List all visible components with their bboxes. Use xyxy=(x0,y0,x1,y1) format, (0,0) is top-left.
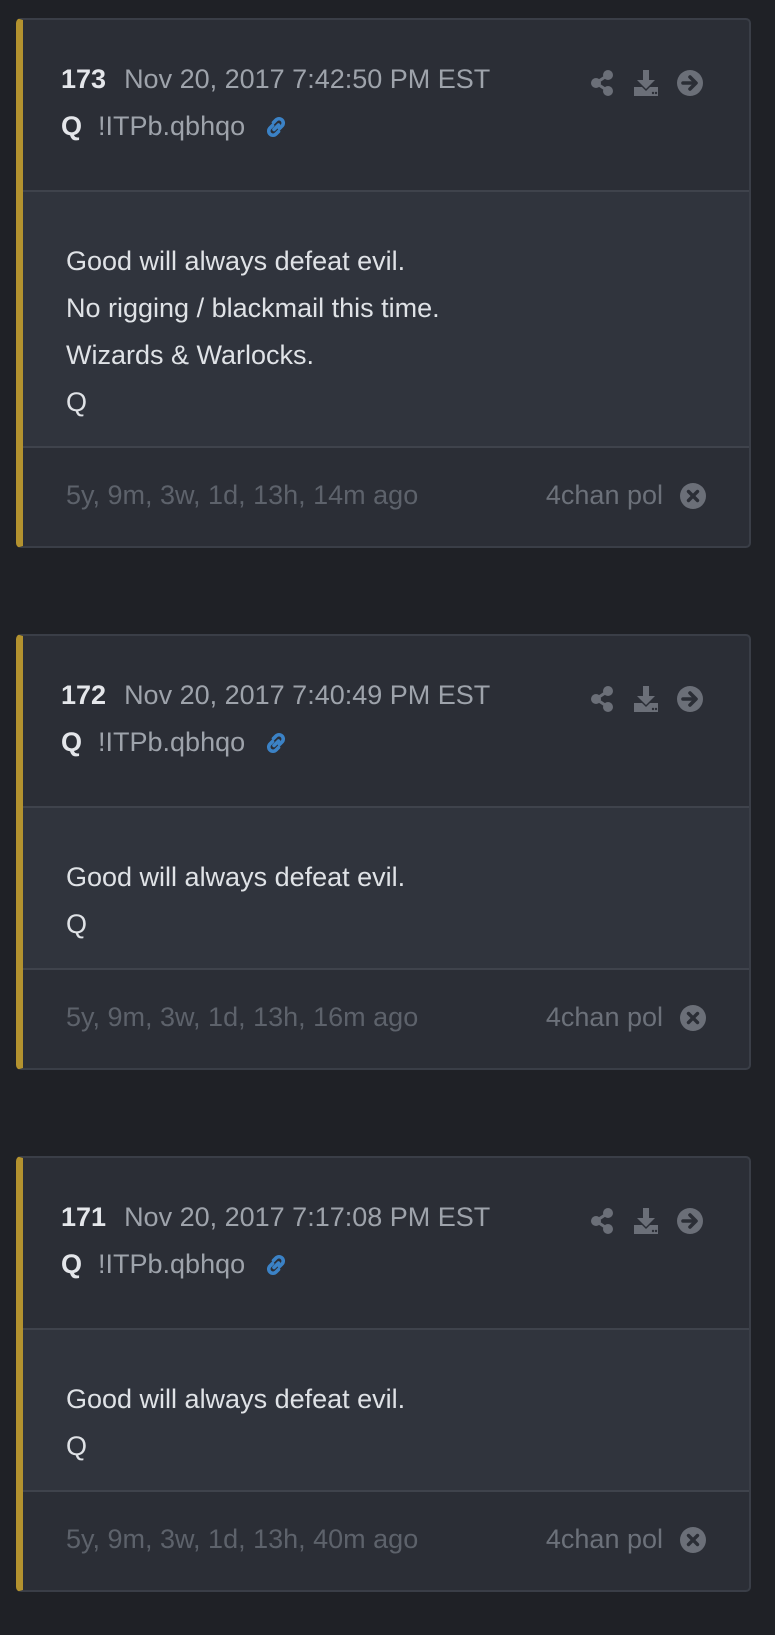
post-age: 5y, 9m, 3w, 1d, 13h, 16m ago xyxy=(66,1002,419,1032)
post-number[interactable]: 173 xyxy=(61,64,106,95)
post-footer: 5y, 9m, 3w, 1d, 13h, 16m ago 4chan pol xyxy=(23,970,749,1067)
post-date: Nov 20, 2017 7:17:08 PM EST xyxy=(124,1202,491,1232)
post-text-line: Q xyxy=(66,909,88,939)
post-header: 173 Nov 20, 2017 7:42:50 PM EST Q !ITPb.… xyxy=(23,20,749,192)
post-source: 4chan pol xyxy=(545,1524,663,1554)
download-icon[interactable] xyxy=(631,684,661,714)
post-date: Nov 20, 2017 7:42:50 PM EST xyxy=(124,64,491,94)
share-icon[interactable] xyxy=(587,1206,617,1236)
close-icon[interactable] xyxy=(679,1004,707,1032)
link-icon[interactable] xyxy=(261,728,291,758)
arrow-right-icon[interactable] xyxy=(675,68,705,98)
post-number[interactable]: 171 xyxy=(61,1202,106,1233)
post-source: 4chan pol xyxy=(545,480,663,510)
post-card: 171 Nov 20, 2017 7:17:08 PM EST Q !ITPb.… xyxy=(16,1156,751,1592)
arrow-right-icon[interactable] xyxy=(675,684,705,714)
post-text-line: Good will always defeat evil. xyxy=(66,862,406,892)
post-source: 4chan pol xyxy=(545,1002,663,1032)
close-icon[interactable] xyxy=(679,482,707,510)
post-author-line: Q !ITPb.qbhqo xyxy=(61,111,291,142)
post-text-line: Good will always defeat evil. xyxy=(66,246,406,276)
post-text-line: Q xyxy=(66,1431,88,1461)
link-icon[interactable] xyxy=(261,1250,291,1280)
link-icon[interactable] xyxy=(261,112,291,142)
author-name: Q xyxy=(61,727,83,757)
post-text-line: No rigging / blackmail this time. xyxy=(66,293,440,323)
tripcode: !ITPb.qbhqo xyxy=(98,1249,246,1279)
post-body: Good will always defeat evil. No rigging… xyxy=(23,192,749,448)
post-meta: 172 Nov 20, 2017 7:40:49 PM EST xyxy=(61,680,490,711)
post-body: Good will always defeat evil. Q xyxy=(23,1330,749,1492)
download-icon[interactable] xyxy=(631,68,661,98)
post-header: 171 Nov 20, 2017 7:17:08 PM EST Q !ITPb.… xyxy=(23,1158,749,1330)
post-age: 5y, 9m, 3w, 1d, 13h, 40m ago xyxy=(66,1524,419,1554)
post-text-line: Q xyxy=(66,387,88,417)
share-icon[interactable] xyxy=(587,684,617,714)
author-name: Q xyxy=(61,111,83,141)
post-actions xyxy=(587,1206,705,1236)
post-meta: 171 Nov 20, 2017 7:17:08 PM EST xyxy=(61,1202,490,1233)
post-footer: 5y, 9m, 3w, 1d, 13h, 14m ago 4chan pol xyxy=(23,448,749,545)
post-card: 173 Nov 20, 2017 7:42:50 PM EST Q !ITPb.… xyxy=(16,18,751,548)
post-actions xyxy=(587,68,705,98)
post-footer: 5y, 9m, 3w, 1d, 13h, 40m ago 4chan pol xyxy=(23,1492,749,1589)
post-body: Good will always defeat evil. Q xyxy=(23,808,749,970)
tripcode: !ITPb.qbhqo xyxy=(98,111,246,141)
post-author-line: Q !ITPb.qbhqo xyxy=(61,1249,291,1280)
post-author-line: Q !ITPb.qbhqo xyxy=(61,727,291,758)
author-name: Q xyxy=(61,1249,83,1279)
share-icon[interactable] xyxy=(587,68,617,98)
post-actions xyxy=(587,684,705,714)
post-text-line: Good will always defeat evil. xyxy=(66,1384,406,1414)
post-header: 172 Nov 20, 2017 7:40:49 PM EST Q !ITPb.… xyxy=(23,636,749,808)
close-icon[interactable] xyxy=(679,1526,707,1554)
tripcode: !ITPb.qbhqo xyxy=(98,727,246,757)
download-icon[interactable] xyxy=(631,1206,661,1236)
post-number[interactable]: 172 xyxy=(61,680,106,711)
post-card: 172 Nov 20, 2017 7:40:49 PM EST Q !ITPb.… xyxy=(16,634,751,1070)
post-text-line: Wizards & Warlocks. xyxy=(66,340,315,370)
post-age: 5y, 9m, 3w, 1d, 13h, 14m ago xyxy=(66,480,419,510)
post-date: Nov 20, 2017 7:40:49 PM EST xyxy=(124,680,491,710)
arrow-right-icon[interactable] xyxy=(675,1206,705,1236)
post-meta: 173 Nov 20, 2017 7:42:50 PM EST xyxy=(61,64,490,95)
